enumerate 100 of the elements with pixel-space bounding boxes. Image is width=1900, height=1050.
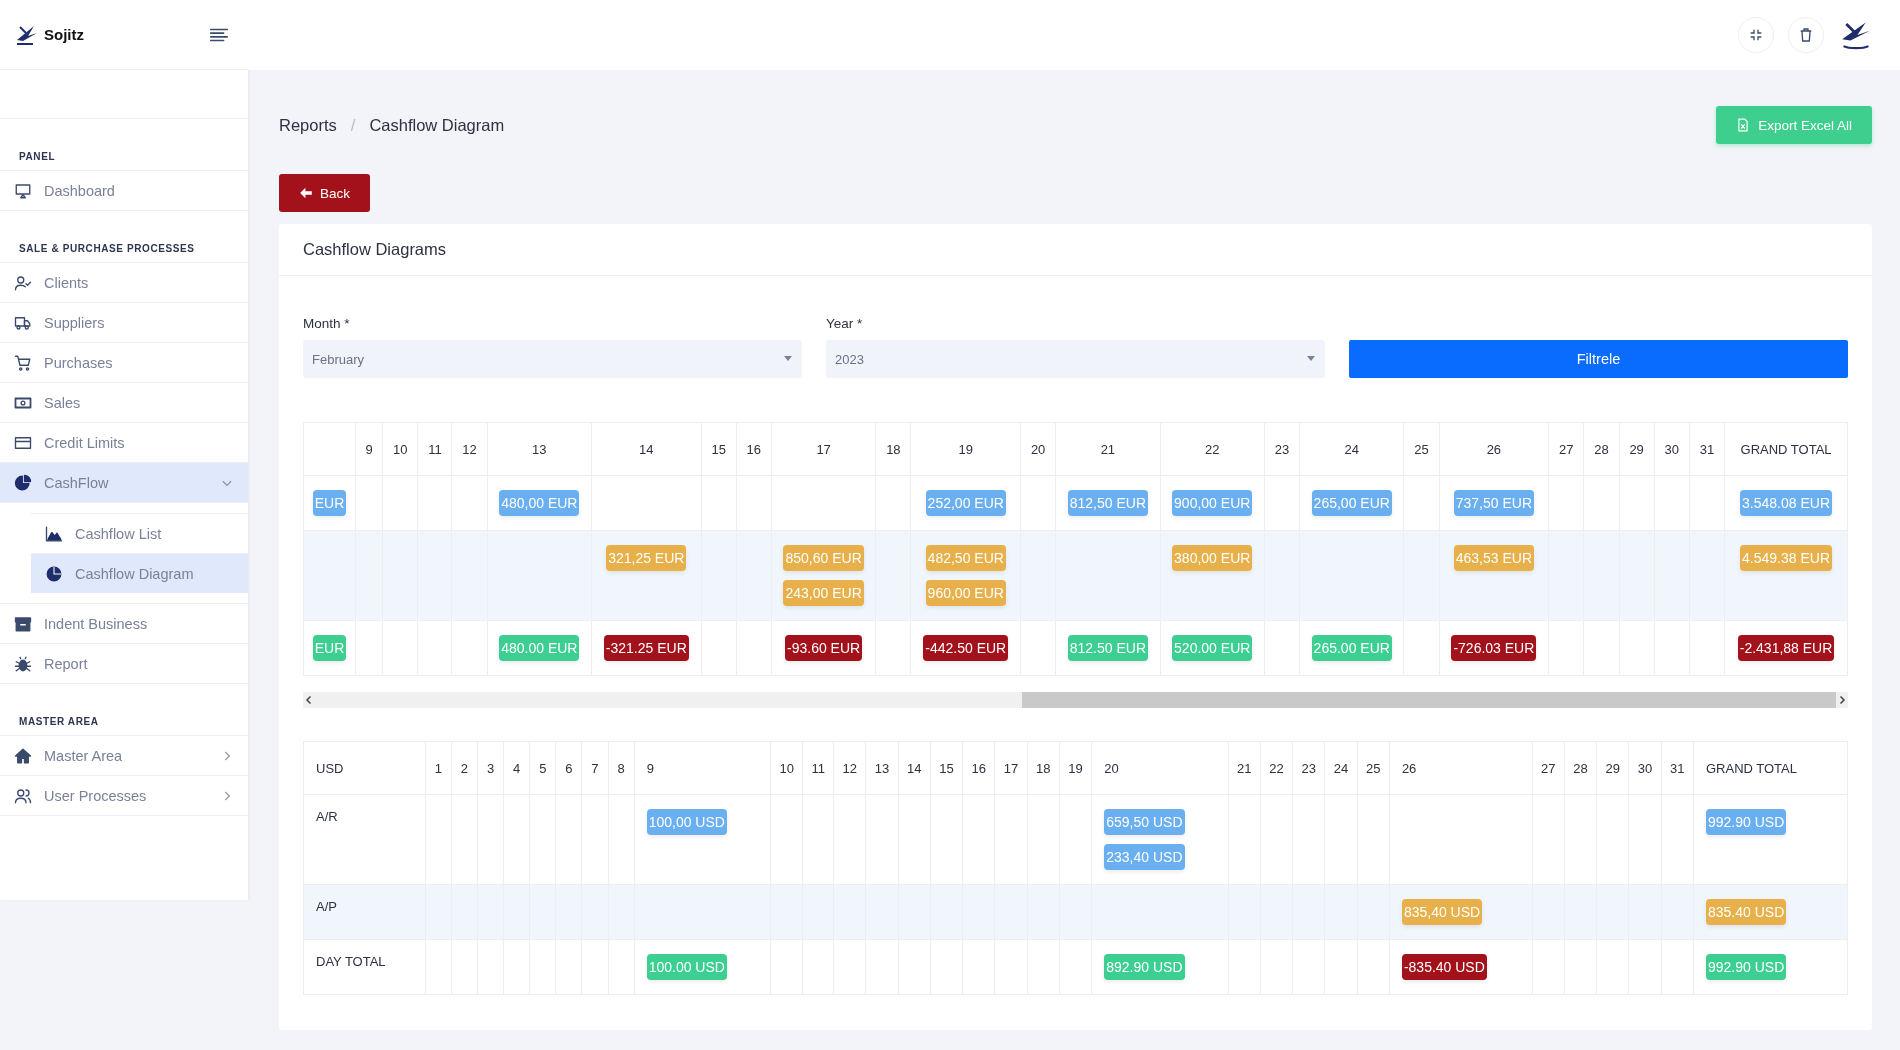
area-chart-icon — [45, 524, 63, 543]
brand-name: Sojitz — [44, 26, 84, 43]
caret-icon — [784, 356, 792, 362]
column-header: 11 — [802, 741, 834, 795]
amount-badge: 463,53 EUR — [1453, 545, 1534, 571]
column-header: 3 — [477, 741, 504, 795]
sidebar-item[interactable]: CashFlow — [0, 463, 248, 503]
column-header: 15 — [930, 741, 963, 795]
amount-badge: 892.90 USD — [1104, 954, 1185, 980]
amount-badge: 265.00 EUR — [1311, 635, 1392, 661]
column-header: 5 — [529, 741, 556, 795]
column-header: 1 — [425, 741, 452, 795]
column-header: 22 — [1160, 422, 1265, 476]
back-button[interactable]: Back — [279, 174, 370, 212]
field-label: Year * — [826, 316, 864, 331]
amount-badge: -442.50 EUR — [923, 635, 1009, 661]
column-header: 20 — [1091, 741, 1229, 795]
select-field[interactable]: February — [303, 340, 802, 378]
sidebar-item[interactable]: User Processes — [0, 776, 248, 816]
breadcrumb-link[interactable]: Reports — [279, 115, 337, 135]
column-header: 20 — [1020, 422, 1056, 476]
column-header: 26 — [1389, 741, 1533, 795]
amount-badge: -2.431,88 EUR — [1737, 635, 1835, 661]
column-header: 23 — [1292, 741, 1325, 795]
amount-badge: -835.40 USD — [1401, 954, 1487, 980]
column-header: 9 — [634, 741, 771, 795]
sidebar-item[interactable]: Clients — [0, 263, 248, 303]
sidebar-item[interactable]: Dashboard — [0, 171, 248, 211]
section-title: PANEL — [0, 119, 248, 171]
cart-icon — [14, 353, 32, 372]
column-header: 31 — [1689, 422, 1725, 476]
column-header: 19 — [910, 422, 1021, 476]
section-title: SALE & PURCHASE PROCESSES — [0, 211, 248, 263]
column-header: 31 — [1661, 741, 1694, 795]
amount-badge: 480.00 EUR — [499, 635, 580, 661]
sidebar-item[interactable]: Sales — [0, 383, 248, 423]
column-header: 6 — [555, 741, 582, 795]
users-icon — [14, 786, 32, 805]
amount-badge: 380,00 EUR — [1172, 545, 1253, 571]
horizontal-scrollbar[interactable] — [303, 692, 1848, 708]
column-header: 18 — [1027, 741, 1060, 795]
sidebar-item[interactable]: Report — [0, 644, 248, 684]
column-header: 24 — [1299, 422, 1404, 476]
column-header: 19 — [1059, 741, 1092, 795]
column-header: 13 — [487, 422, 592, 476]
column-header: 30 — [1654, 422, 1690, 476]
amount-badge: 992.90 USD — [1705, 809, 1787, 835]
amount-badge: 812.50 EUR — [1067, 635, 1148, 661]
amount-badge: EUR — [312, 490, 347, 516]
amount-badge: -93.60 EUR — [785, 635, 863, 661]
archive-icon — [14, 614, 32, 633]
amount-badge: 737,50 EUR — [1453, 490, 1534, 516]
monitor-icon — [14, 181, 32, 200]
submenu-item[interactable]: Cashflow Diagram — [31, 553, 248, 593]
column-header: 25 — [1357, 741, 1390, 795]
amount-badge: -726.03 EUR — [1451, 635, 1537, 661]
column-header: 25 — [1403, 422, 1440, 476]
amount-badge: 482,50 EUR — [925, 545, 1006, 571]
amount-badge: 812,50 EUR — [1067, 490, 1148, 516]
breadcrumb-separator: / — [350, 115, 356, 135]
amount-badge: 659,50 USD — [1104, 809, 1185, 835]
select-field[interactable]: 2023 — [826, 340, 1325, 378]
amount-badge: -321.25 EUR — [603, 635, 689, 661]
column-header: 23 — [1264, 422, 1300, 476]
column-header: 18 — [875, 422, 911, 476]
trash-icon[interactable] — [1788, 17, 1824, 53]
amount-badge: 480,00 EUR — [499, 490, 580, 516]
section-title: MASTER AREA — [0, 684, 248, 736]
collapse-icon[interactable] — [1738, 17, 1774, 53]
column-header: 4 — [503, 741, 530, 795]
column-header: 14 — [898, 741, 931, 795]
filter-button[interactable]: Filtrele — [1349, 340, 1848, 378]
pie-chart-icon — [14, 473, 32, 492]
sidebar-item[interactable]: Master Area — [0, 736, 248, 776]
column-header: 27 — [1548, 422, 1584, 476]
column-header: 28 — [1564, 741, 1597, 795]
column-header: 21 — [1055, 422, 1161, 476]
card-title: Cashflow Diagrams — [279, 224, 1872, 276]
sidebar-item[interactable]: Indent Business — [0, 604, 248, 644]
sidebar-item[interactable]: Purchases — [0, 343, 248, 383]
amount-badge: EUR — [312, 635, 347, 661]
column-header: 17 — [771, 422, 876, 476]
column-header: 13 — [865, 741, 899, 795]
amount-badge: 520.00 EUR — [1172, 635, 1253, 661]
column-header: 24 — [1324, 741, 1358, 795]
column-header: 11 — [417, 422, 452, 476]
column-header: 29 — [1596, 741, 1629, 795]
column-header: 8 — [608, 741, 635, 795]
amount-badge: 900,00 EUR — [1172, 490, 1253, 516]
amount-badge: 100.00 USD — [646, 954, 727, 980]
column-header: 7 — [581, 741, 609, 795]
bug-icon — [14, 654, 32, 673]
arrow-left-icon — [299, 186, 313, 200]
amount-badge: 233,40 USD — [1104, 844, 1185, 870]
field-label: Month * — [303, 316, 351, 331]
column-header: 10 — [770, 741, 803, 795]
column-header: 12 — [833, 741, 866, 795]
breadcrumb-current: Cashflow Diagram — [369, 115, 505, 135]
column-header: 9 — [355, 422, 383, 476]
sidebar-item[interactable]: Suppliers — [0, 303, 248, 343]
